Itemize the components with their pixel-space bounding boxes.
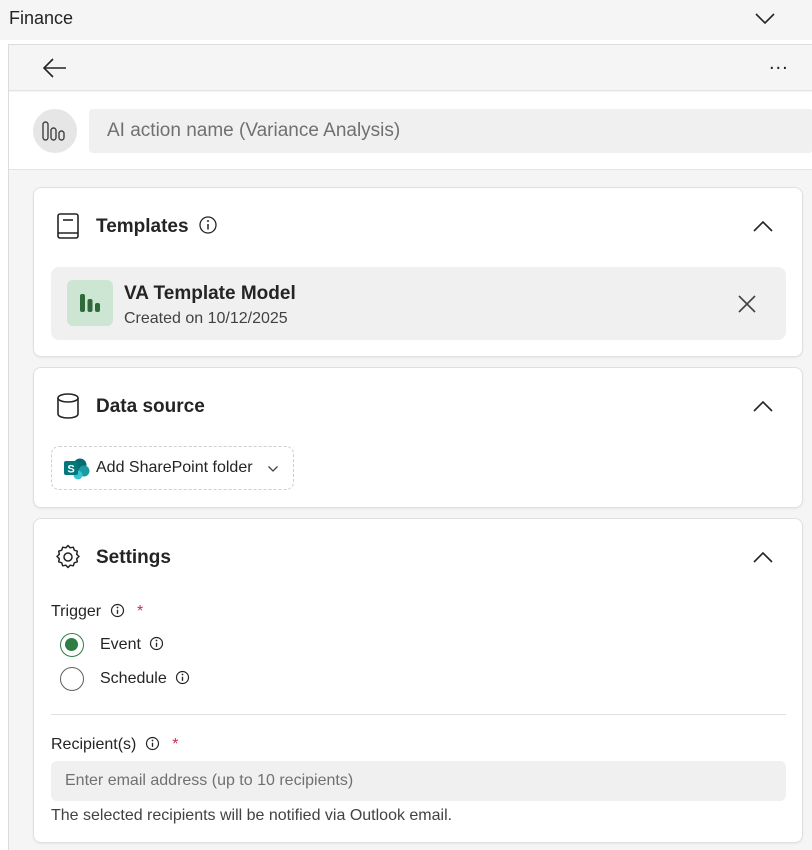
template-name: VA Template Model xyxy=(124,283,296,304)
radio-schedule[interactable] xyxy=(60,667,84,691)
bar-chart-icon xyxy=(42,121,65,141)
trigger-label: Trigger * xyxy=(51,603,143,621)
avatar xyxy=(33,109,77,153)
recipients-email-input[interactable] xyxy=(51,761,786,801)
templates-card: Templates VA Template Model Created on 1… xyxy=(33,187,803,357)
selected-template[interactable]: VA Template Model Created on 10/12/2025 xyxy=(51,267,786,340)
close-icon[interactable] xyxy=(736,293,758,315)
arrow-left-icon[interactable] xyxy=(41,57,69,79)
trigger-option-label: Schedule xyxy=(100,670,190,688)
required-mark: * xyxy=(172,736,179,753)
app-title: Finance xyxy=(9,8,74,28)
trigger-option-schedule-text: Schedule xyxy=(100,670,167,687)
recipients-label: Recipient(s) * xyxy=(51,736,179,754)
data-source-card: Data source S Add SharePoint folder xyxy=(33,367,803,508)
divider xyxy=(51,714,786,715)
trigger-option-label: Event xyxy=(100,636,164,654)
sharepoint-icon: S xyxy=(64,458,90,480)
required-mark: * xyxy=(137,603,144,620)
chevron-down-icon[interactable] xyxy=(754,10,776,26)
chevron-down-icon xyxy=(268,466,278,472)
bar-chart-icon xyxy=(80,294,100,312)
radio-event[interactable] xyxy=(60,633,84,657)
info-icon[interactable] xyxy=(149,636,164,651)
top-bar: Finance xyxy=(0,0,812,40)
book-icon xyxy=(57,213,79,239)
templates-title: Templates xyxy=(96,216,218,238)
templates-title-label: Templates xyxy=(96,216,189,237)
template-logo xyxy=(67,280,113,326)
action-name-row xyxy=(9,92,812,170)
info-icon[interactable] xyxy=(145,736,160,751)
panel-nav-bar: ... xyxy=(9,45,812,91)
template-created-date: Created on 10/12/2025 xyxy=(124,310,288,327)
chevron-up-icon[interactable] xyxy=(750,218,776,236)
chevron-up-icon[interactable] xyxy=(750,549,776,567)
info-icon[interactable] xyxy=(110,603,125,618)
add-sharepoint-folder-label: Add SharePoint folder xyxy=(96,459,253,476)
data-source-title: Data source xyxy=(96,396,205,417)
add-sharepoint-folder-button[interactable]: S Add SharePoint folder xyxy=(51,446,294,490)
settings-title: Settings xyxy=(96,547,171,568)
trigger-label-text: Trigger xyxy=(51,603,102,620)
chevron-up-icon[interactable] xyxy=(750,398,776,416)
ai-action-panel: ... Templates xyxy=(8,44,812,850)
database-icon xyxy=(57,393,79,419)
more-horizontal-icon[interactable]: ... xyxy=(769,53,793,75)
info-icon[interactable] xyxy=(175,670,190,685)
svg-text:S: S xyxy=(67,464,74,476)
settings-card: Settings Trigger * Event Schedule Recipi… xyxy=(33,518,803,843)
recipients-helper-text: The selected recipients will be notified… xyxy=(51,807,453,824)
gear-icon xyxy=(56,544,80,569)
recipients-label-text: Recipient(s) xyxy=(51,736,137,753)
trigger-option-event-text: Event xyxy=(100,636,141,653)
action-name-input[interactable] xyxy=(89,109,812,153)
info-icon[interactable] xyxy=(198,215,218,235)
